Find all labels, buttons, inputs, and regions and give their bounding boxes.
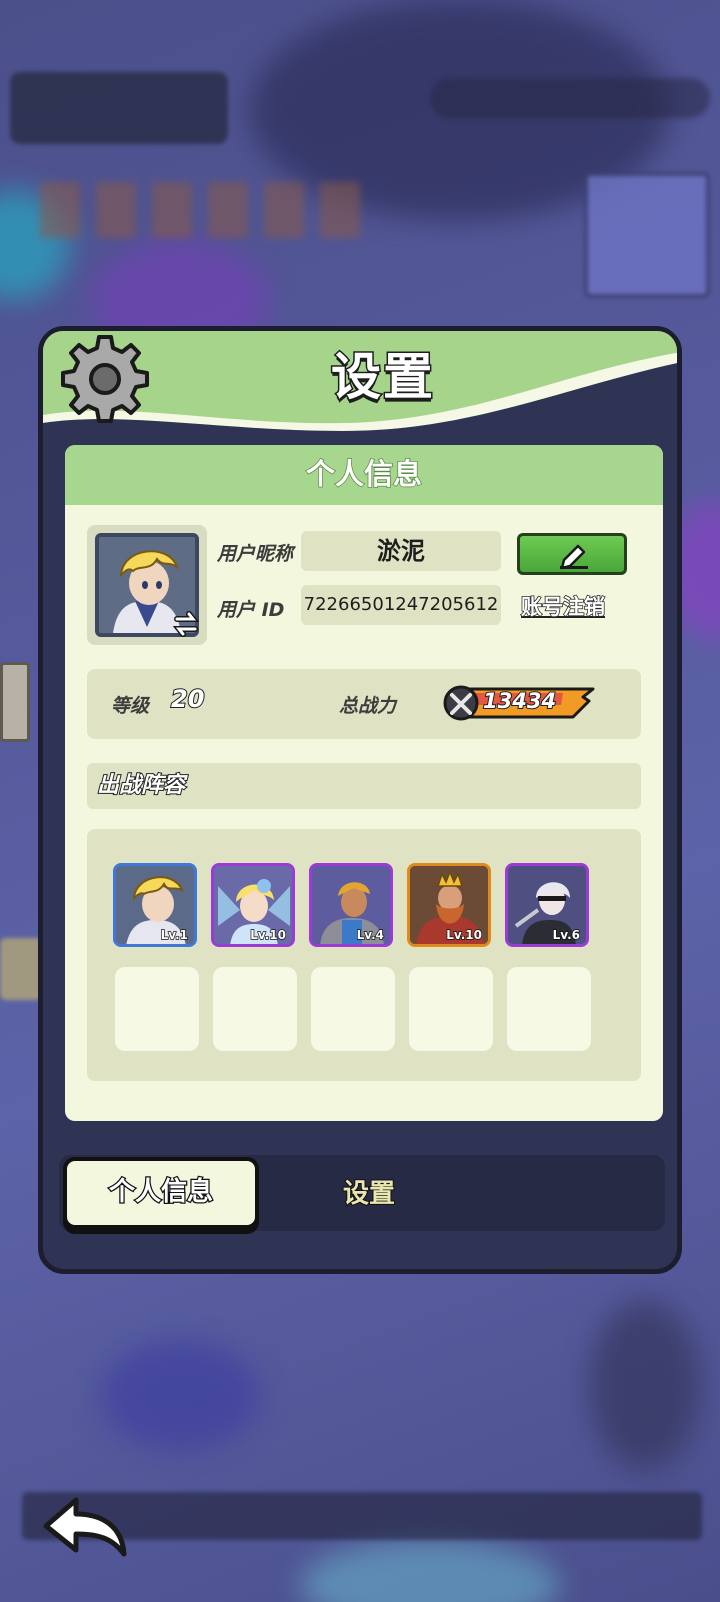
back-button[interactable] <box>36 1492 132 1564</box>
level-label: 等级 <box>111 695 150 717</box>
hero-slot-1[interactable]: Lv.1 <box>113 863 197 947</box>
avatar[interactable] <box>87 525 207 645</box>
pencil-icon <box>560 544 588 570</box>
hero-slot-4[interactable]: Lv.10 <box>407 863 491 947</box>
hero-level: Lv.4 <box>356 927 385 942</box>
empty-slot-1[interactable] <box>115 967 199 1051</box>
nickname-field: 淤泥 <box>301 531 501 571</box>
nickname-label: 用户昵称 <box>217 543 294 565</box>
settings-panel: 设置 个人信息 用户昵称 淤泥 用户 ID 72266501247205612 … <box>38 326 682 1274</box>
empty-slot-2[interactable] <box>213 967 297 1051</box>
lineup-title: 出战阵容 <box>87 763 641 809</box>
back-arrow-icon <box>43 1497 127 1557</box>
tab-settings[interactable]: 设置 <box>329 1169 409 1219</box>
panel-header: 设置 <box>43 331 677 431</box>
gear-icon <box>59 331 151 423</box>
profile-section-header: 个人信息 <box>65 445 663 505</box>
profile-card: 个人信息 用户昵称 淤泥 用户 ID 72266501247205612 账号注… <box>65 445 663 1121</box>
power-badge: 13434 <box>443 683 599 723</box>
tab-bar: 个人信息 设置 <box>59 1155 665 1231</box>
account-deletion-link[interactable]: 账号注销 <box>520 591 606 621</box>
empty-slot-3[interactable] <box>311 967 395 1051</box>
edit-nickname-button[interactable] <box>517 533 627 575</box>
swap-avatar-icon[interactable] <box>171 609 201 639</box>
level-value: 20 <box>170 684 205 714</box>
hero-level: Lv.10 <box>446 927 483 942</box>
hero-level: Lv.10 <box>250 927 287 942</box>
power-label: 总战力 <box>339 695 397 717</box>
power-value: 13434 <box>482 688 557 714</box>
user-id-field: 72266501247205612 <box>301 585 501 625</box>
hero-level: Lv.1 <box>160 927 189 942</box>
tab-profile[interactable]: 个人信息 <box>63 1157 259 1229</box>
hero-level: Lv.6 <box>552 927 581 942</box>
empty-slot-4[interactable] <box>409 967 493 1051</box>
lineup-area: Lv.1 Lv.10 Lv.4 Lv.10 Lv.6 <box>87 829 641 1081</box>
panel-title: 设置 <box>330 347 435 408</box>
hero-slot-2[interactable]: Lv.10 <box>211 863 295 947</box>
hero-slot-3[interactable]: Lv.4 <box>309 863 393 947</box>
empty-slot-5[interactable] <box>507 967 591 1051</box>
stats-bar: 等级 20 总战力 13434 <box>87 669 641 739</box>
user-id-label: 用户 ID <box>217 599 285 621</box>
hero-slot-5[interactable]: Lv.6 <box>505 863 589 947</box>
